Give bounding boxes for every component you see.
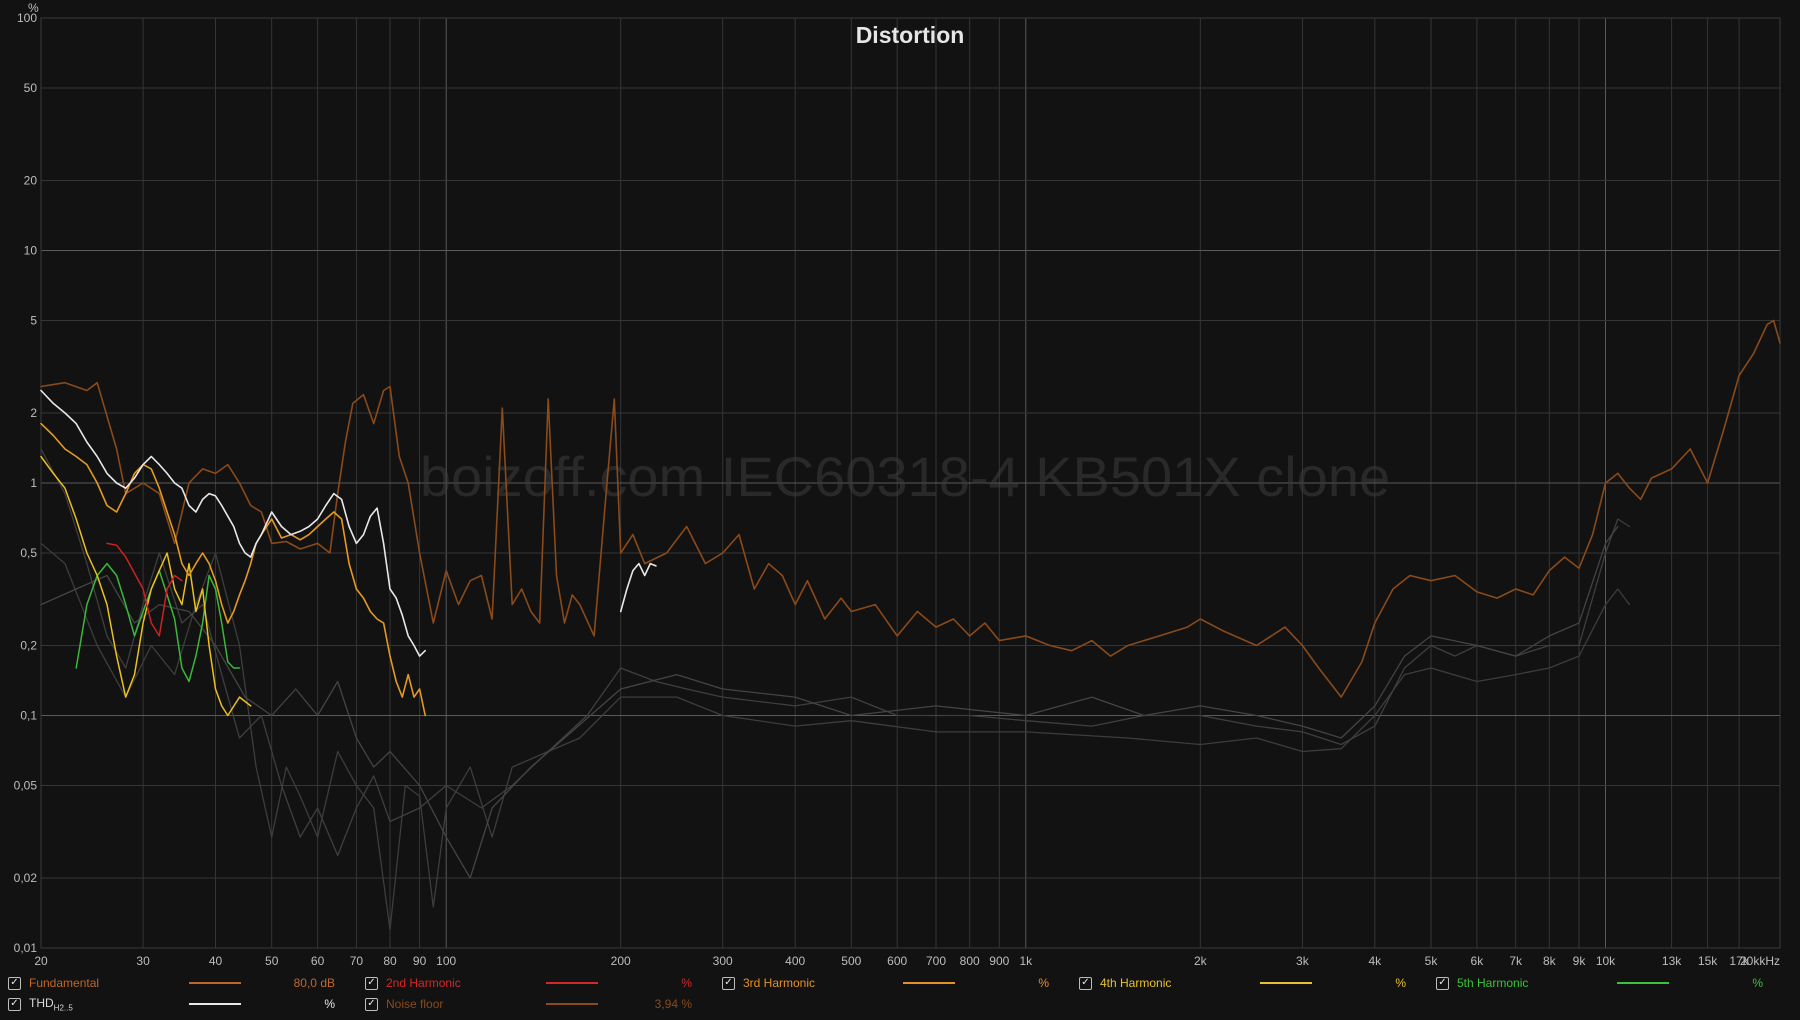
x-tick-label: 80 <box>383 954 397 968</box>
x-tick-label: 15k <box>1698 954 1718 968</box>
x-tick-label: 10k <box>1596 954 1616 968</box>
y-tick-label: 2 <box>30 406 37 420</box>
x-tick-label: 3k <box>1296 954 1310 968</box>
legend-item-h4[interactable]: ✓ 4th Harmonic% <box>1079 973 1406 993</box>
chart-title: Distortion <box>856 22 965 48</box>
legend-name-fundamental: Fundamental <box>29 976 100 990</box>
x-tick-label: 70 <box>350 954 364 968</box>
legend-value-h3: % <box>1038 976 1049 990</box>
legend-swatch-h3 <box>903 982 955 984</box>
chart-legend: ✓ Fundamental 80,0 dB ✓ 2nd Harmonic% ✓ 3rd Ha… <box>0 972 1800 1018</box>
x-tick-label: 60 <box>311 954 325 968</box>
legend-item-h2[interactable]: ✓ 2nd Harmonic% <box>365 973 692 993</box>
legend-subscript-thd: H2..5 <box>53 1003 73 1013</box>
x-tick-label: 5k <box>1425 954 1439 968</box>
x-tick-label: 900 <box>989 954 1009 968</box>
legend-value-fundamental: 80,0 dB <box>293 976 335 990</box>
legend-swatch-h4 <box>1260 982 1312 984</box>
x-tick-label: 600 <box>887 954 907 968</box>
legend-item-thd[interactable]: ✓ THDH2..5% <box>8 994 335 1014</box>
x-tick-label: 300 <box>713 954 733 968</box>
legend-checkbox-h3[interactable]: ✓ <box>722 976 735 990</box>
distortion-chart: boizoff.com IEC60318-4 KB501X clone 100 5… <box>0 0 1800 970</box>
x-tick-label: 200 <box>611 954 631 968</box>
y-tick-label: 10 <box>24 244 38 258</box>
x-tick-label: 50 <box>265 954 279 968</box>
x-tick-label: 90 <box>413 954 427 968</box>
x-tick-label: 6k <box>1471 954 1485 968</box>
x-tick-label: 40 <box>209 954 223 968</box>
x-tick-label: 400 <box>785 954 805 968</box>
y-tick-label: 50 <box>24 81 38 95</box>
y-tick-label: 0,1 <box>20 709 37 723</box>
x-tick-label: 13k <box>1662 954 1682 968</box>
legend-name-h3: 3rd Harmonic <box>743 976 816 990</box>
legend-item-h3[interactable]: ✓ 3rd Harmonic% <box>722 973 1049 993</box>
legend-checkbox-h4[interactable]: ✓ <box>1079 976 1092 990</box>
x-tick-label: 500 <box>841 954 861 968</box>
legend-checkbox-noise[interactable]: ✓ <box>365 997 378 1011</box>
x-tick-label: 700 <box>926 954 946 968</box>
legend-name-h4: 4th Harmonic <box>1100 976 1172 990</box>
legend-swatch-thd <box>189 1003 241 1005</box>
legend-swatch-noise <box>546 1003 598 1005</box>
legend-item-fundamental[interactable]: ✓ Fundamental 80,0 dB <box>8 973 335 993</box>
y-tick-label: 0,2 <box>20 639 37 653</box>
legend-name-h2: 2nd Harmonic <box>386 976 461 990</box>
legend-checkbox-h5[interactable]: ✓ <box>1436 976 1449 990</box>
y-tick-label: 0,05 <box>14 779 38 793</box>
legend-checkbox-h2[interactable]: ✓ <box>365 976 378 990</box>
y-tick-label: 20 <box>24 174 38 188</box>
x-tick-label: 2k <box>1194 954 1208 968</box>
x-tick-label: 100 <box>436 954 456 968</box>
legend-checkbox-fundamental[interactable]: ✓ <box>8 976 21 990</box>
legend-swatch-fundamental <box>189 982 241 984</box>
legend-swatch-h5 <box>1617 982 1669 984</box>
y-tick-label: 0,5 <box>20 546 37 560</box>
legend-value-h2: % <box>681 976 692 990</box>
y-tick-label: 0,01 <box>14 941 38 955</box>
x-tick-label: 20 <box>34 954 48 968</box>
legend-value-noise: 3,94 % <box>654 997 692 1011</box>
legend-name-h5: 5th Harmonic <box>1457 976 1529 990</box>
x-tick-label: 800 <box>960 954 980 968</box>
x-tick-label: 8k <box>1543 954 1557 968</box>
legend-item-noise[interactable]: ✓ Noise floor 3,94 % <box>365 994 692 1014</box>
y-tick-label: 1 <box>30 476 37 490</box>
x-tick-label: 9k <box>1573 954 1587 968</box>
x-tick-label: 4k <box>1368 954 1382 968</box>
legend-checkbox-thd[interactable]: ✓ <box>8 997 21 1011</box>
watermark-text: boizoff.com IEC60318-4 KB501X clone <box>420 445 1390 508</box>
legend-name-thd: THDH2..5 <box>29 995 73 1013</box>
legend-item-h5[interactable]: ✓ 5th Harmonic% <box>1436 973 1763 993</box>
y-unit-label: % <box>28 1 39 15</box>
legend-swatch-h2 <box>546 982 598 984</box>
legend-value-h5: % <box>1752 976 1763 990</box>
x-tick-label: 20kkHz <box>1740 954 1780 968</box>
legend-value-h4: % <box>1395 976 1406 990</box>
y-tick-label: 0,02 <box>14 871 38 885</box>
legend-name-noise: Noise floor <box>386 997 444 1011</box>
x-tick-label: 30 <box>136 954 150 968</box>
y-tick-label: 5 <box>30 314 37 328</box>
legend-value-thd: % <box>324 997 335 1011</box>
x-tick-label: 7k <box>1509 954 1523 968</box>
x-tick-label: 1k <box>1019 954 1033 968</box>
